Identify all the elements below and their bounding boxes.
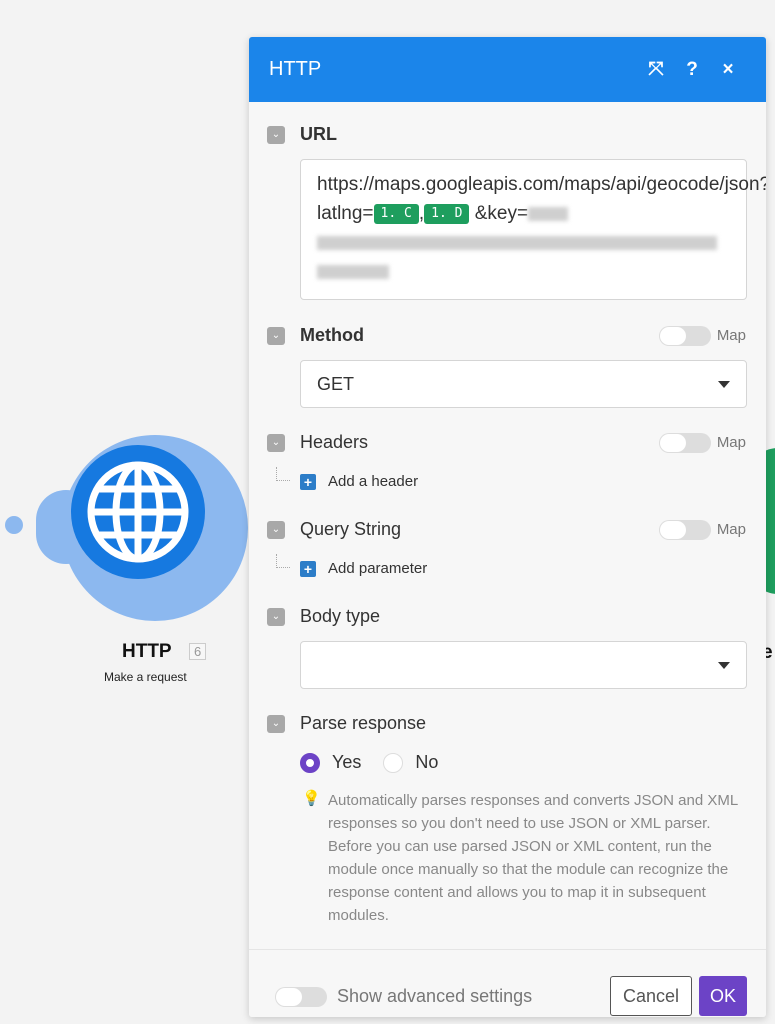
connector-dot[interactable]	[5, 516, 23, 534]
http-settings-dialog: HTTP ⤧ ? × ⌄ URL https://maps.googleapis…	[249, 37, 766, 1017]
chevron-down-icon	[718, 661, 730, 669]
collapse-url-icon[interactable]: ⌄	[267, 125, 285, 144]
url-key-text: &key=	[469, 203, 529, 224]
method-map-toggle[interactable]	[658, 325, 711, 346]
parse-response-label: Parse response	[300, 713, 427, 733]
body-type-select[interactable]	[300, 641, 747, 689]
query-string-row: ⌄ Query String Map	[267, 519, 746, 540]
collapse-headers-icon[interactable]: ⌄	[267, 433, 285, 452]
chevron-down-icon	[718, 380, 730, 388]
map-label: Map	[716, 521, 746, 538]
collapse-method-icon[interactable]: ⌄	[267, 326, 285, 345]
query-string-label: Query String	[300, 519, 402, 539]
module-subtitle: Make a request	[104, 670, 187, 684]
collapse-body-type-icon[interactable]: ⌄	[267, 607, 285, 626]
radio-no[interactable]: No	[383, 752, 438, 773]
radio-selected-icon	[300, 752, 320, 773]
headers-row: ⌄ Headers Map	[267, 432, 746, 453]
ok-button[interactable]: OK	[699, 976, 747, 1016]
plus-icon: +	[300, 473, 316, 490]
parse-response-hint: Automatically parses responses and conve…	[328, 792, 738, 924]
tree-line	[276, 554, 290, 568]
method-row: ⌄ Method Map	[267, 325, 746, 346]
collapse-query-icon[interactable]: ⌄	[267, 520, 285, 539]
dialog-footer: Show advanced settings Cancel OK	[249, 949, 766, 1017]
redacted-key	[317, 235, 717, 250]
toggle-switch[interactable]	[275, 986, 327, 1007]
method-select[interactable]: GET	[300, 360, 747, 408]
parse-response-row: ⌄ Parse response	[267, 713, 746, 734]
query-map-toggle[interactable]	[658, 519, 711, 540]
body-type-label: Body type	[300, 606, 381, 626]
advanced-settings-label: Show advanced settings	[337, 986, 533, 1006]
collapse-parse-icon[interactable]: ⌄	[267, 714, 285, 733]
map-label: Map	[716, 327, 746, 344]
lightbulb-icon: 💡	[302, 790, 321, 807]
url-field-row: ⌄ URL	[267, 124, 746, 145]
mapped-value-pill[interactable]: 1. C	[373, 204, 419, 224]
radio-yes[interactable]: Yes	[300, 752, 361, 773]
advanced-settings-toggle[interactable]: Show advanced settings	[275, 986, 532, 1007]
dialog-header: HTTP ⤧ ? ×	[249, 37, 766, 102]
redacted-key	[317, 264, 389, 279]
tree-line	[276, 467, 290, 481]
add-header-label: Add a header	[328, 473, 419, 490]
add-parameter-button[interactable]: + Add parameter	[300, 560, 427, 577]
add-header-button[interactable]: + Add a header	[300, 473, 418, 490]
body-type-row: ⌄ Body type	[267, 606, 746, 627]
url-input[interactable]: https://maps.googleapis.com/maps/api/geo…	[300, 159, 766, 300]
method-label: Method	[300, 325, 364, 345]
help-icon[interactable]: ?	[674, 59, 710, 81]
plus-icon: +	[300, 560, 316, 577]
cancel-button[interactable]: Cancel	[610, 976, 692, 1016]
method-value: GET	[317, 373, 355, 394]
parse-response-radios: Yes No	[300, 752, 746, 773]
url-label: URL	[300, 124, 337, 144]
globe-icon	[87, 461, 189, 563]
close-icon[interactable]: ×	[710, 59, 746, 81]
dialog-title: HTTP	[269, 58, 322, 80]
module-title: HTTP	[122, 641, 172, 662]
module-id-badge: 6	[189, 643, 207, 660]
headers-map-toggle[interactable]	[658, 432, 711, 453]
radio-yes-label: Yes	[332, 752, 362, 772]
headers-label: Headers	[300, 432, 369, 452]
add-parameter-label: Add parameter	[328, 560, 428, 577]
map-label: Map	[716, 434, 746, 451]
http-module-node[interactable]	[71, 445, 205, 579]
radio-no-label: No	[415, 752, 439, 772]
redacted-key	[528, 206, 569, 221]
mapped-value-pill[interactable]: 1. D	[424, 204, 470, 224]
radio-unselected-icon	[383, 752, 404, 773]
expand-icon[interactable]: ⤧	[638, 59, 674, 81]
